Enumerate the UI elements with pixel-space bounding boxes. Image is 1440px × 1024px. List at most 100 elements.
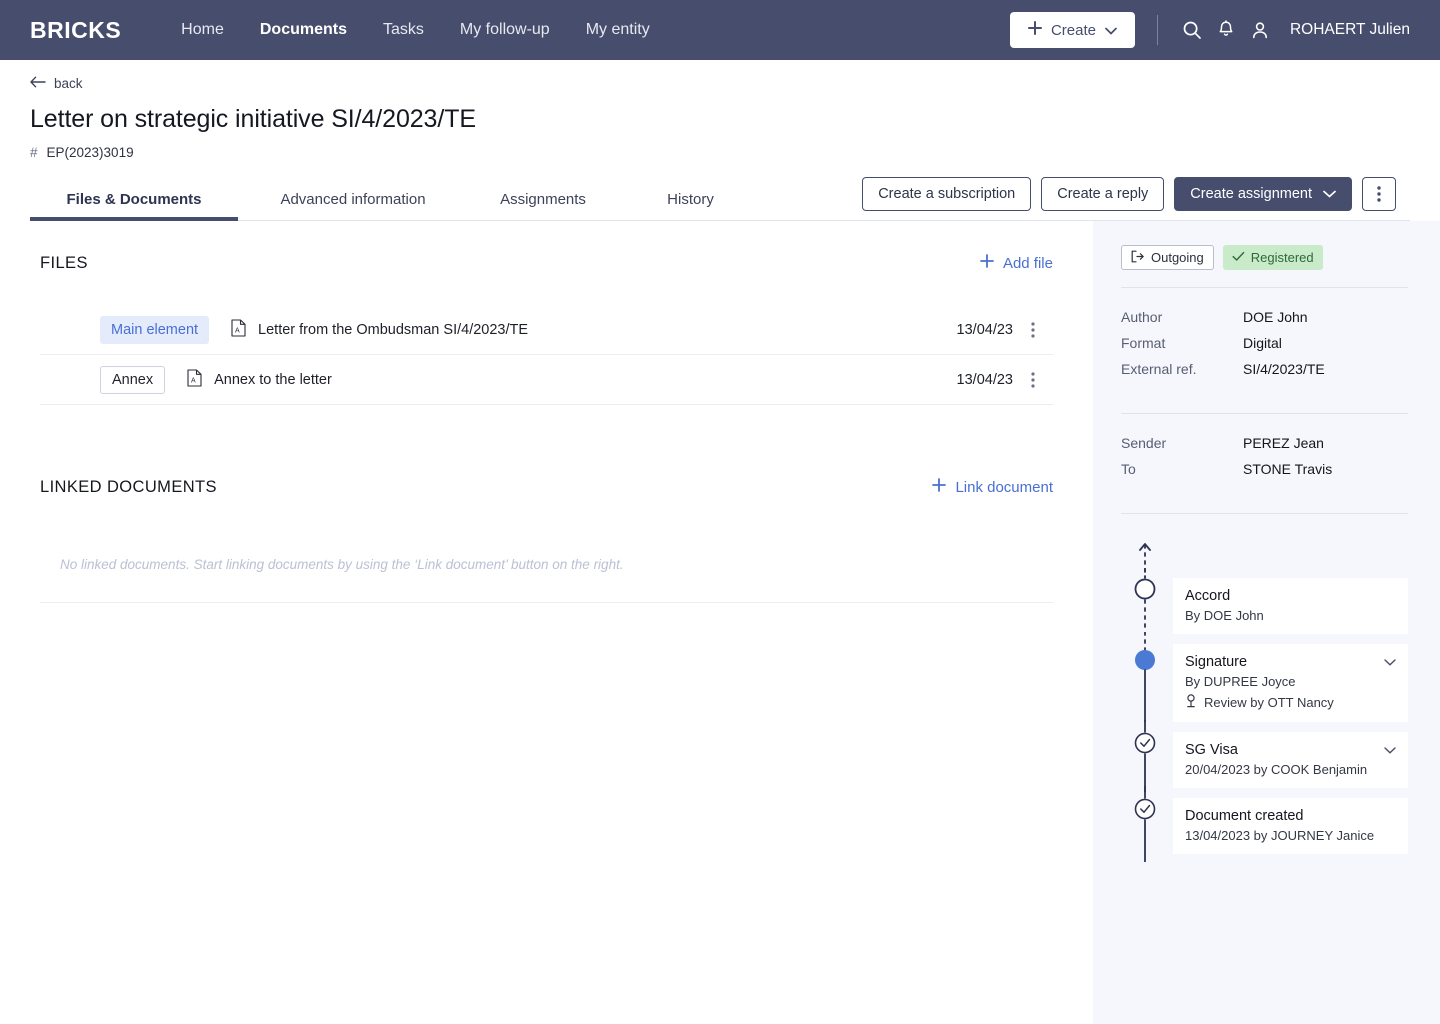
- page-body: FILES Add file Main element A Letter fro…: [0, 221, 1440, 1024]
- file-name-cell[interactable]: A Letter from the Ombudsman SI/4/2023/TE: [231, 318, 529, 341]
- document-metadata-secondary: Sender PEREZ Jean To STONE Travis: [1121, 414, 1408, 496]
- check-circle-icon: [1134, 732, 1156, 754]
- kebab-menu-icon: [1377, 186, 1381, 202]
- tab-files-documents[interactable]: Files & Documents: [30, 191, 238, 221]
- tab-advanced-information[interactable]: Advanced information: [238, 191, 468, 220]
- review-person-icon: [1185, 694, 1197, 711]
- add-file-label: Add file: [1002, 254, 1053, 272]
- timeline-item-sg-visa[interactable]: SG Visa 20/04/2023 by COOK Benjamin: [1121, 720, 1408, 792]
- document-reference-value: EP(2023)3019: [46, 145, 134, 160]
- more-options-button[interactable]: [1362, 177, 1396, 211]
- back-link[interactable]: back: [30, 76, 83, 91]
- file-type-chip: Main element: [100, 315, 210, 344]
- meta-value: PEREZ Jean: [1243, 435, 1324, 451]
- meta-value: SI/4/2023/TE: [1243, 361, 1325, 377]
- status-badges: Outgoing Registered: [1121, 245, 1408, 270]
- timeline-step-subtitle: By DOE John: [1185, 608, 1264, 623]
- timeline-card-header: Accord: [1185, 588, 1396, 604]
- nav-link-documents[interactable]: Documents: [260, 21, 347, 39]
- timeline-marker: [1121, 786, 1173, 862]
- plus-icon: [1027, 21, 1042, 39]
- timeline-marker: [1121, 568, 1173, 634]
- create-button[interactable]: Create: [1009, 12, 1135, 48]
- link-document-button[interactable]: Link document: [932, 478, 1053, 496]
- timeline-item-document-created[interactable]: Document created 13/04/2023 by JOURNEY J…: [1121, 786, 1408, 862]
- document-metadata-primary: Author DOE John Format Digital External …: [1121, 288, 1408, 396]
- create-subscription-button[interactable]: Create a subscription: [862, 177, 1032, 211]
- svg-text:A: A: [235, 327, 240, 334]
- search-icon[interactable]: [1180, 18, 1204, 42]
- timeline-item-signature[interactable]: Signature By DUPREE Joyce Review by OTT …: [1121, 632, 1408, 722]
- timeline-card-header: Document created: [1185, 808, 1396, 824]
- tab-history[interactable]: History: [618, 191, 763, 220]
- timeline-step-title: SG Visa: [1185, 742, 1238, 758]
- hash-icon: #: [30, 145, 38, 160]
- user-icon[interactable]: [1248, 18, 1272, 42]
- chevron-down-icon: [1323, 186, 1336, 202]
- tab-assignments[interactable]: Assignments: [468, 191, 618, 220]
- meta-key: To: [1121, 461, 1136, 477]
- primary-nav-links: Home Documents Tasks My follow-up My ent…: [181, 21, 650, 39]
- meta-row-sender: Sender PEREZ Jean: [1121, 430, 1408, 456]
- timeline-review-label: Review by OTT Nancy: [1204, 695, 1334, 710]
- timeline-card[interactable]: Accord By DOE John: [1173, 578, 1408, 634]
- bell-icon[interactable]: [1214, 18, 1238, 42]
- linked-documents-title: LINKED DOCUMENTS: [40, 477, 217, 496]
- meta-row-external-ref: External ref. SI/4/2023/TE: [1121, 356, 1408, 382]
- meta-key: Sender: [1121, 435, 1167, 451]
- create-reply-button[interactable]: Create a reply: [1041, 177, 1165, 211]
- check-icon: [1232, 250, 1245, 265]
- brand-logo[interactable]: BRICKS: [30, 17, 121, 44]
- create-assignment-label: Create assignment: [1190, 186, 1312, 202]
- pdf-file-icon: A: [187, 368, 202, 391]
- timeline-step-title: Signature: [1185, 654, 1248, 670]
- meta-value: STONE Travis: [1243, 461, 1333, 477]
- timeline-card[interactable]: SG Visa 20/04/2023 by COOK Benjamin: [1173, 732, 1408, 788]
- user-name-label[interactable]: ROHAERT Julien: [1290, 21, 1410, 39]
- nav-link-my-follow-up[interactable]: My follow-up: [460, 21, 550, 39]
- chevron-down-icon[interactable]: [1384, 742, 1396, 758]
- hollow-circle-icon: [1134, 578, 1156, 600]
- add-file-button[interactable]: Add file: [980, 254, 1053, 272]
- meta-value: DOE John: [1243, 309, 1308, 325]
- table-row[interactable]: Annex A Annex to the letter 13/04/23: [40, 355, 1053, 405]
- document-actions: Create a subscription Create a reply Cre…: [862, 177, 1396, 220]
- table-row[interactable]: Main element A Letter from the Ombudsman…: [40, 305, 1053, 355]
- top-navigation-bar: BRICKS Home Documents Tasks My follow-up…: [0, 0, 1440, 60]
- status-badge-direction-label: Outgoing: [1151, 250, 1204, 265]
- create-assignment-button[interactable]: Create assignment: [1174, 177, 1352, 211]
- file-row-menu-button[interactable]: [1013, 371, 1053, 388]
- file-row-menu-button[interactable]: [1013, 321, 1053, 338]
- nav-link-tasks[interactable]: Tasks: [383, 21, 424, 39]
- files-section-title: FILES: [40, 253, 88, 272]
- filled-dot-icon: [1135, 650, 1155, 670]
- timeline-card[interactable]: Document created 13/04/2023 by JOURNEY J…: [1173, 798, 1408, 854]
- linked-documents-section: LINKED DOCUMENTS Link document No linked…: [0, 445, 1093, 603]
- svg-text:A: A: [191, 377, 196, 384]
- files-section: FILES Add file Main element A Letter fro…: [0, 221, 1093, 405]
- status-badge-registered: Registered: [1222, 245, 1323, 270]
- file-name-label: Letter from the Ombudsman SI/4/2023/TE: [258, 321, 529, 338]
- timeline-step-title: Accord: [1185, 588, 1231, 604]
- nav-link-home[interactable]: Home: [181, 21, 224, 39]
- chevron-down-icon[interactable]: [1384, 654, 1396, 670]
- timeline-marker: [1121, 720, 1173, 792]
- timeline-item-accord[interactable]: Accord By DOE John: [1121, 568, 1408, 634]
- timeline-card[interactable]: Signature By DUPREE Joyce Review by OTT …: [1173, 644, 1408, 722]
- timeline-card-header: Signature: [1185, 654, 1396, 670]
- meta-key: Format: [1121, 335, 1166, 351]
- status-badge-direction: Outgoing: [1121, 245, 1214, 270]
- linked-documents-empty-state: No linked documents. Start linking docum…: [40, 529, 1053, 603]
- back-link-label: back: [54, 76, 83, 91]
- meta-row-format: Format Digital: [1121, 330, 1408, 356]
- workflow-timeline: Accord By DOE John Signature By DUPREE J…: [1121, 514, 1408, 862]
- timeline-step-title: Document created: [1185, 808, 1304, 824]
- create-button-label: Create: [1050, 21, 1096, 39]
- file-name-cell[interactable]: A Annex to the letter: [187, 368, 332, 391]
- linked-documents-header: LINKED DOCUMENTS Link document: [40, 445, 1053, 529]
- status-badge-registered-label: Registered: [1250, 250, 1314, 265]
- timeline-step-subtitle: By DUPREE Joyce: [1185, 674, 1296, 689]
- meta-key: Author: [1121, 309, 1163, 325]
- meta-value: Digital: [1243, 335, 1282, 351]
- nav-link-my-entity[interactable]: My entity: [586, 21, 650, 39]
